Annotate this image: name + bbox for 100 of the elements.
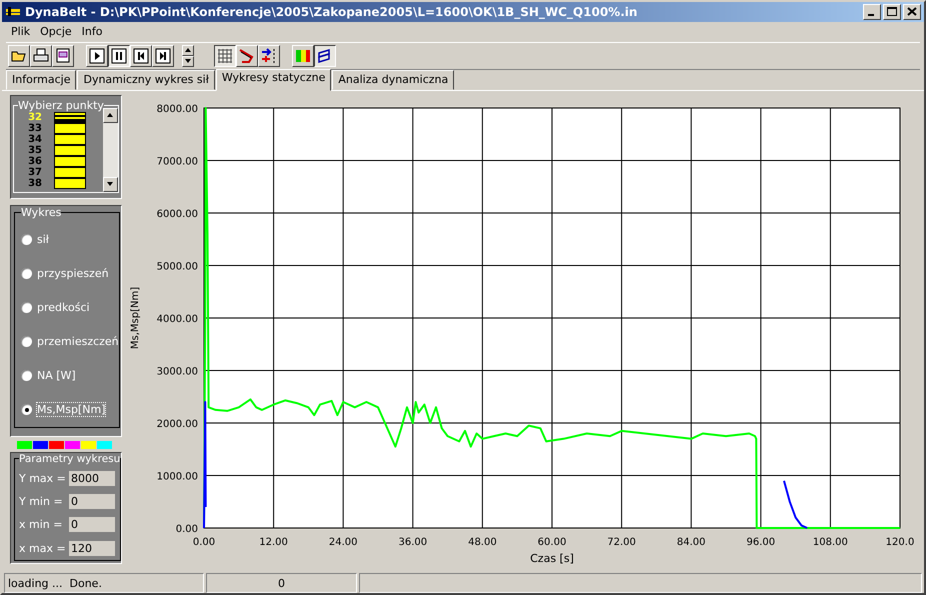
axis-tick-label: 72.00	[607, 536, 636, 548]
axis-tick-label: 1000.00	[156, 471, 198, 482]
grid-button[interactable]	[214, 44, 236, 67]
radio-label[interactable]: sił	[37, 233, 49, 246]
caret-up-icon	[185, 48, 191, 52]
close-icon	[907, 7, 917, 16]
folder-button[interactable]	[8, 44, 30, 67]
group-title: Wybierz punkty	[18, 98, 104, 112]
axis-tick-label: 0.00	[192, 536, 216, 548]
scrollbar[interactable]	[103, 108, 118, 192]
color-swatch[interactable]	[17, 440, 32, 449]
color-swatch[interactable]	[97, 440, 112, 449]
field-label: x min =	[19, 518, 64, 532]
input-field[interactable]: 8000	[69, 470, 115, 486]
belt-icon	[238, 46, 256, 65]
input-field[interactable]: 0	[69, 494, 115, 510]
input-field[interactable]: 120	[69, 540, 115, 556]
axis-tick-label: 12.00	[259, 536, 288, 548]
radio-button[interactable]	[21, 268, 32, 280]
radio-button[interactable]	[21, 404, 32, 416]
radio-button[interactable]	[21, 302, 32, 314]
menu-item[interactable]: Plik	[6, 25, 36, 38]
line-swatch[interactable]	[54, 156, 86, 167]
group-title: Wykres	[21, 206, 62, 219]
maximize-button[interactable]	[883, 4, 901, 20]
field-label: Y max =	[19, 472, 67, 485]
radio-label[interactable]: predkości	[37, 301, 90, 314]
color-bars-button[interactable]	[292, 44, 314, 67]
radio-label[interactable]: przemieszczeń	[37, 335, 119, 348]
menu-item[interactable]: Opcje	[35, 25, 77, 38]
point-number[interactable]: 33	[14, 122, 42, 134]
minimize-button[interactable]	[863, 4, 881, 20]
step-forward-icon	[154, 46, 172, 65]
point-number[interactable]: 36	[14, 156, 42, 167]
status-text: loading ... Done.	[4, 573, 204, 593]
tab[interactable]: Analiza dynamiczna	[332, 70, 454, 90]
line-swatch[interactable]	[54, 144, 86, 156]
printer-button[interactable]	[30, 44, 52, 67]
radio-button[interactable]	[21, 336, 32, 348]
line-swatch[interactable]	[54, 178, 86, 189]
play-icon	[88, 46, 106, 65]
field-label: x max =	[19, 542, 67, 555]
axis-title: Ms,Msp[Nm]	[130, 286, 141, 349]
axis-tick-label: 24.00	[328, 536, 358, 548]
radio-label[interactable]: przyspieszeń	[37, 267, 109, 280]
close-button[interactable]	[903, 4, 921, 20]
step-back-button[interactable]	[130, 44, 152, 67]
pause-icon	[110, 46, 128, 65]
axis-tick-label: 7000.00	[156, 156, 198, 168]
axis-title: Czas [s]	[530, 552, 574, 565]
radio-label[interactable]: NA [W]	[37, 369, 76, 382]
maximize-icon	[887, 7, 897, 16]
step-back-icon	[132, 46, 150, 65]
color-swatch[interactable]	[49, 440, 64, 449]
scroll-up-icon[interactable]	[107, 113, 114, 118]
menu-item[interactable]: Info	[76, 25, 108, 38]
axis-tick-label: 108.00	[812, 536, 848, 548]
tab[interactable]: Wykresy statyczne	[216, 68, 332, 91]
minimize-icon	[868, 14, 874, 16]
radio-label[interactable]: Ms,Msp[Nm]	[37, 403, 106, 416]
axis-tick-label: 48.00	[468, 536, 497, 548]
arrows-button[interactable]	[258, 44, 280, 67]
radio-button[interactable]	[21, 234, 32, 246]
point-number[interactable]: 35	[14, 144, 42, 156]
app-icon	[5, 6, 21, 18]
axis-tick-label: 60.00	[538, 536, 566, 548]
tab[interactable]: Informacje	[6, 70, 76, 90]
pause-button[interactable]	[108, 44, 130, 67]
tab[interactable]: Dynamiczny wykres sił	[77, 70, 215, 90]
radio-button[interactable]	[21, 370, 32, 382]
step-forward-button[interactable]	[152, 44, 174, 67]
point-number[interactable]: 37	[14, 166, 42, 178]
window-title: DynaBelt - D:\PK\PPoint\Konferencje\2005\Zakopane2005\L=1600\OK\1B_SH_WC_Q100%.in	[25, 4, 638, 19]
line-swatch[interactable]	[54, 134, 86, 145]
axis-tick-label: 8000.00	[156, 104, 198, 115]
point-number[interactable]: 32	[14, 112, 42, 123]
status-text: 0	[206, 573, 357, 593]
axis-tick-label: 5000.00	[156, 261, 198, 272]
line-swatch[interactable]	[54, 112, 86, 123]
color-swatch[interactable]	[65, 440, 80, 449]
belt-button[interactable]	[236, 44, 258, 67]
document-button[interactable]	[52, 44, 74, 67]
line-swatch[interactable]	[54, 122, 86, 134]
point-number[interactable]: 34	[14, 134, 42, 145]
document-icon	[54, 46, 72, 65]
layers-button[interactable]	[314, 44, 336, 67]
input-field[interactable]: 0	[69, 517, 115, 532]
spin-up-button[interactable]	[182, 44, 194, 56]
color-swatch[interactable]	[33, 440, 48, 449]
scroll-down-icon[interactable]	[107, 182, 114, 186]
axis-tick-label: 0.00	[176, 524, 198, 535]
spin-down-button[interactable]	[182, 56, 194, 67]
axis-tick-label: 2000.00	[156, 418, 198, 430]
axis-tick-label: 96.00	[746, 536, 776, 548]
grid-icon	[216, 46, 234, 65]
axis-tick-label: 120.0	[886, 536, 914, 548]
point-number[interactable]: 38	[14, 178, 42, 189]
line-swatch[interactable]	[54, 166, 86, 178]
color-swatch[interactable]	[81, 440, 96, 449]
play-button[interactable]	[86, 44, 108, 67]
